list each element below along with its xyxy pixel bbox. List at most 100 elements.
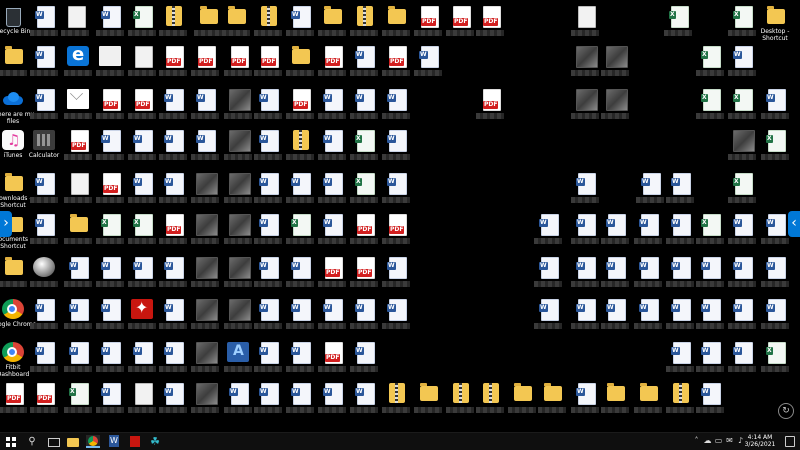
desktop-icon-folder[interactable] xyxy=(0,44,29,84)
clock[interactable]: 4:14 AM 3/26/2021 xyxy=(738,434,782,448)
desktop-icon-pdf-file[interactable]: PDF xyxy=(316,340,348,380)
desktop-icon-folder[interactable] xyxy=(62,212,94,252)
word-taskbar-icon[interactable] xyxy=(107,435,121,448)
acrobat-taskbar-icon[interactable] xyxy=(128,435,142,448)
desktop-icon-word-file[interactable]: W xyxy=(157,87,189,127)
desktop-icon-word-file[interactable]: W xyxy=(189,128,221,168)
desktop-icon-word-file[interactable]: W xyxy=(62,255,94,295)
desktop-icon-pdf-file[interactable]: PDF xyxy=(28,381,60,421)
desktop-icon-word-file[interactable]: W xyxy=(252,297,284,337)
desktop-icon-image-file[interactable] xyxy=(222,297,254,337)
desktop-icon-word-file[interactable]: W xyxy=(694,340,726,380)
desktop-icon-word-file[interactable]: W xyxy=(380,128,412,168)
desktop-icon-pdf-file[interactable]: PDF xyxy=(62,128,94,168)
desktop-icon-word-file[interactable]: W xyxy=(759,297,791,337)
notification-icon[interactable] xyxy=(785,436,795,447)
desktop-icon-pdf-file[interactable]: PDF xyxy=(0,381,29,421)
desktop-icon-excel-file[interactable]: X xyxy=(694,212,726,252)
desktop-icon-word-file[interactable]: W xyxy=(380,171,412,211)
desktop-icon-word-file[interactable]: W xyxy=(632,255,664,295)
desktop-icon-recycle-bin[interactable]: Recycle Bin xyxy=(0,4,30,44)
desktop-icon-archive-file[interactable] xyxy=(380,381,412,421)
desktop-icon-word-file[interactable]: W xyxy=(94,381,126,421)
tray-mail-icon[interactable]: ✉ xyxy=(725,436,734,446)
desktop-icon-image-file[interactable] xyxy=(599,44,631,84)
desktop-icon-chrome[interactable]: Google Chrome xyxy=(0,297,36,337)
desktop-icon-folder[interactable] xyxy=(412,381,444,421)
desktop-icon-folder[interactable] xyxy=(0,255,29,295)
desktop-icon-excel-file[interactable]: X xyxy=(284,212,316,252)
desktop-icon-word-file[interactable]: W xyxy=(599,297,631,337)
desktop-icon-word-file[interactable]: W xyxy=(759,87,791,127)
desktop-icon-word-file[interactable]: W xyxy=(252,171,284,211)
desktop-icon-word-file[interactable]: W xyxy=(348,297,380,337)
desktop-icon-excel-file[interactable]: X xyxy=(694,87,726,127)
desktop-icon-pdf-file[interactable]: PDF xyxy=(380,44,412,84)
desktop-icon-pdf-file[interactable]: PDF xyxy=(157,44,189,84)
desktop-icon-pdf-file[interactable]: PDF xyxy=(126,87,158,127)
desktop-icon-word-file[interactable]: W xyxy=(126,128,158,168)
desktop-icon-file[interactable] xyxy=(62,171,94,211)
desktop-icon-excel-file[interactable]: X xyxy=(726,171,758,211)
desktop-icon-desktop-shortcut-folder[interactable]: Desktop - Shortcut xyxy=(759,4,791,44)
desktop-icon-word-file[interactable]: W xyxy=(569,171,601,211)
desktop-icon-word-file[interactable]: W xyxy=(380,255,412,295)
right-edge-arrow[interactable]: ‹ xyxy=(788,211,800,237)
app-taskbar-icon[interactable]: ☘ xyxy=(148,435,162,448)
desktop-icon-folder[interactable] xyxy=(316,4,348,44)
desktop-icon-folder[interactable] xyxy=(380,4,412,44)
desktop-icon-excel-file[interactable]: X xyxy=(348,128,380,168)
desktop-icon-word-file[interactable]: W xyxy=(62,340,94,380)
desktop-icon-word-file[interactable]: W xyxy=(126,340,158,380)
desktop-icon-word-file[interactable]: W xyxy=(252,212,284,252)
desktop-icon-archive-file[interactable] xyxy=(474,381,506,421)
desktop-icon-file[interactable] xyxy=(126,44,158,84)
desktop-icon-word-file[interactable]: W xyxy=(664,255,696,295)
desktop-icon-word-file[interactable]: W xyxy=(316,212,348,252)
desktop-icon-pdf-file[interactable]: PDF xyxy=(474,4,506,44)
desktop-icon-image-file[interactable] xyxy=(189,381,221,421)
desktop-icon-word-file[interactable]: W xyxy=(599,255,631,295)
desktop-icon-sphere-app[interactable] xyxy=(28,255,60,295)
desktop-icon-word-file[interactable]: W xyxy=(599,212,631,252)
desktop-icon-word-file[interactable]: W xyxy=(157,297,189,337)
desktop-icon-word-file[interactable]: W xyxy=(632,212,664,252)
desktop-icon-word-file[interactable]: W xyxy=(28,212,60,252)
desktop-icon-image-file[interactable] xyxy=(222,128,254,168)
desktop-icon-excel-file[interactable]: X xyxy=(126,4,158,44)
desktop-icon-chrome[interactable]: Fitbit Dashboard xyxy=(0,340,29,380)
desktop-icon-word-file[interactable]: W xyxy=(348,381,380,421)
desktop-icon-word-file[interactable]: W xyxy=(412,44,444,84)
desktop-icon-folder[interactable] xyxy=(599,381,631,421)
desktop-icon-calculator[interactable]: Calculator xyxy=(28,128,60,168)
desktop-icon-folder[interactable]: Downloads - Shortcut xyxy=(0,171,32,211)
desktop-icon-pdf-file[interactable]: PDF xyxy=(189,44,221,84)
left-edge-arrow[interactable]: › xyxy=(0,211,12,237)
desktop-icon-pdf-file[interactable]: PDF xyxy=(316,255,348,295)
desktop-icon-word-file[interactable]: W xyxy=(632,297,664,337)
desktop-icon-word-file[interactable]: W xyxy=(252,381,284,421)
desktop-icon-image-file[interactable] xyxy=(599,87,631,127)
desktop-icon-excel-file[interactable]: X xyxy=(694,44,726,84)
desktop-icon-folder[interactable] xyxy=(220,4,252,44)
desktop-icon-word-file[interactable]: W xyxy=(316,171,348,211)
desktop-icon-word-file[interactable]: W xyxy=(94,297,126,337)
desktop-icon-archive-file[interactable] xyxy=(444,381,476,421)
desktop-icon-image-file[interactable] xyxy=(726,128,758,168)
desktop-icon-word-file[interactable]: W xyxy=(28,44,60,84)
refresh-icon[interactable]: ↻ xyxy=(778,403,794,419)
desktop-icon-word-file[interactable]: W xyxy=(664,297,696,337)
desktop-icon-pdf-file[interactable]: PDF xyxy=(474,87,506,127)
desktop-icon-folder[interactable] xyxy=(506,381,538,421)
desktop-icon-word-file[interactable]: W xyxy=(28,297,60,337)
desktop-icon-image-file[interactable] xyxy=(222,171,254,211)
desktop-icon-image-file[interactable] xyxy=(222,255,254,295)
desktop-icon-excel-file[interactable]: X xyxy=(62,381,94,421)
desktop-icon-word-file[interactable]: W xyxy=(532,297,564,337)
desktop-icon-image-file[interactable] xyxy=(569,44,601,84)
desktop-icon-excel-file[interactable]: X xyxy=(126,212,158,252)
desktop-icon-file[interactable] xyxy=(59,4,91,44)
chrome-taskbar-icon[interactable] xyxy=(86,435,100,448)
desktop-icon-word-file[interactable]: W xyxy=(569,381,601,421)
desktop-icon-word-file[interactable]: W xyxy=(28,4,60,44)
